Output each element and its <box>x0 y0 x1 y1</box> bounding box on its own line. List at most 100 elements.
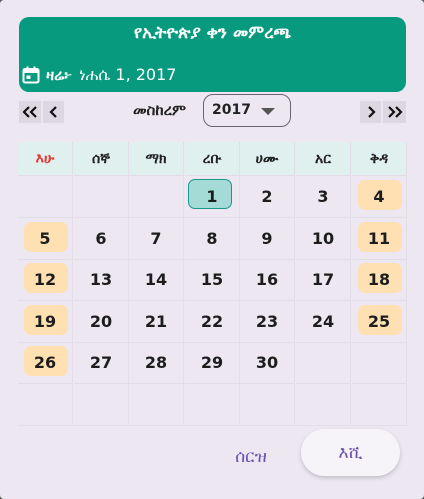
day-cell[interactable]: 27 <box>74 342 129 384</box>
day-number: 21 <box>144 312 168 331</box>
empty-day-cell <box>296 384 351 426</box>
weekday-header: አር <box>296 142 351 176</box>
day-cell[interactable]: 30 <box>240 342 295 384</box>
year-value: 2017 <box>212 102 251 118</box>
day-number: 6 <box>95 229 107 248</box>
weekday-header: ሰኞ <box>74 142 129 176</box>
day-number: 11 <box>367 229 391 248</box>
day-cell[interactable]: 25 <box>352 301 407 343</box>
day-number: 15 <box>200 270 224 289</box>
day-cell[interactable]: 19 <box>18 301 73 343</box>
year-select[interactable]: 2017 <box>203 94 291 127</box>
day-cell[interactable]: 14 <box>129 259 184 301</box>
day-cell[interactable]: 17 <box>296 259 351 301</box>
next-month-button[interactable] <box>360 101 381 123</box>
day-number: 29 <box>200 353 224 372</box>
weekday-header: ረቡ <box>185 142 240 176</box>
day-cell[interactable]: 13 <box>74 259 129 301</box>
ok-button[interactable]: እሺ <box>301 429 400 476</box>
dialog-title: የኢትዮጵያ ቀን መምረጫ <box>133 23 292 43</box>
day-number: 13 <box>89 270 113 289</box>
day-number: 10 <box>311 229 335 248</box>
day-number: 1 <box>206 187 218 206</box>
day-cell[interactable]: 10 <box>296 218 351 260</box>
date-picker-header: የኢትዮጵያ ቀን መምረጫ ዛሬ፦ ነሐሴ 1, 2017 <box>19 17 406 92</box>
day-number: 19 <box>33 312 57 331</box>
double-chevron-left-icon <box>22 106 37 118</box>
today-label: ዛሬ፦ <box>46 66 73 84</box>
day-number: 4 <box>373 187 385 206</box>
day-cell[interactable]: 11 <box>352 218 407 260</box>
day-cell[interactable]: 3 <box>296 176 351 218</box>
day-cell[interactable]: 24 <box>296 301 351 343</box>
day-cell[interactable]: 21 <box>129 301 184 343</box>
day-cell[interactable]: 9 <box>240 218 295 260</box>
day-cell[interactable]: 23 <box>240 301 295 343</box>
day-cell[interactable]: 12 <box>18 259 73 301</box>
empty-day-cell <box>129 176 184 218</box>
weekday-header: እሁ <box>18 142 73 176</box>
empty-day-cell <box>74 384 129 426</box>
cancel-button[interactable]: ሰርዝ <box>216 440 286 474</box>
calendar-icon <box>22 66 40 84</box>
empty-day-cell <box>352 384 407 426</box>
day-number: 26 <box>33 353 57 372</box>
day-cell[interactable]: 20 <box>74 301 129 343</box>
dropdown-arrow-icon <box>261 108 275 115</box>
day-number: 23 <box>255 312 279 331</box>
empty-day-cell <box>240 384 295 426</box>
day-number: 25 <box>367 312 391 331</box>
day-cell[interactable]: 18 <box>352 259 407 301</box>
double-chevron-right-icon <box>387 106 403 118</box>
day-number: 30 <box>255 353 279 372</box>
day-cell[interactable]: 7 <box>129 218 184 260</box>
empty-day-cell <box>74 176 129 218</box>
previous-year-button[interactable] <box>19 101 41 123</box>
weekday-header: ማክ <box>129 142 184 176</box>
previous-month-button[interactable] <box>43 101 64 123</box>
day-cell[interactable]: 4 <box>352 176 407 218</box>
empty-day-cell <box>296 342 351 384</box>
empty-day-cell <box>185 384 240 426</box>
day-cell[interactable]: 26 <box>18 342 73 384</box>
month-label: መስከረም <box>133 101 187 119</box>
day-cell[interactable]: 15 <box>185 259 240 301</box>
day-number: 28 <box>144 353 168 372</box>
day-number: 12 <box>33 270 57 289</box>
day-number: 17 <box>311 270 335 289</box>
day-number: 5 <box>39 229 51 248</box>
day-cell[interactable]: 5 <box>18 218 73 260</box>
chevron-right-icon <box>367 106 376 118</box>
day-number: 14 <box>144 270 168 289</box>
day-cell[interactable]: 22 <box>185 301 240 343</box>
day-number: 16 <box>255 270 279 289</box>
day-number: 7 <box>150 229 162 248</box>
day-cell[interactable]: 2 <box>240 176 295 218</box>
empty-day-cell <box>352 342 407 384</box>
day-cell[interactable]: 8 <box>185 218 240 260</box>
day-number: 18 <box>367 270 391 289</box>
day-number: 3 <box>317 187 329 206</box>
day-number: 27 <box>89 353 113 372</box>
chevron-left-icon <box>48 106 57 118</box>
day-cell[interactable]: 6 <box>74 218 129 260</box>
empty-day-cell <box>129 384 184 426</box>
day-cell[interactable]: 28 <box>129 342 184 384</box>
day-number: 22 <box>200 312 224 331</box>
day-cell[interactable]: 29 <box>185 342 240 384</box>
today-row: ዛሬ፦ ነሐሴ 1, 2017 <box>22 63 176 87</box>
date-picker-dialog: የኢትዮጵያ ቀን መምረጫ ዛሬ፦ ነሐሴ 1, 2017 መስከረም 201… <box>0 0 424 499</box>
today-value: ነሐሴ 1, 2017 <box>79 65 177 84</box>
day-number: 24 <box>311 312 335 331</box>
day-number: 20 <box>89 312 113 331</box>
day-number: 8 <box>206 229 218 248</box>
day-number: 9 <box>261 229 273 248</box>
day-cell[interactable]: 16 <box>240 259 295 301</box>
day-number: 2 <box>261 187 273 206</box>
weekday-header: ቅዳ <box>352 142 407 176</box>
day-cell[interactable]: 1 <box>185 176 240 218</box>
empty-day-cell <box>18 384 73 426</box>
empty-day-cell <box>18 176 73 218</box>
weekday-header: ሀሙ <box>240 142 295 176</box>
next-year-button[interactable] <box>383 101 406 123</box>
